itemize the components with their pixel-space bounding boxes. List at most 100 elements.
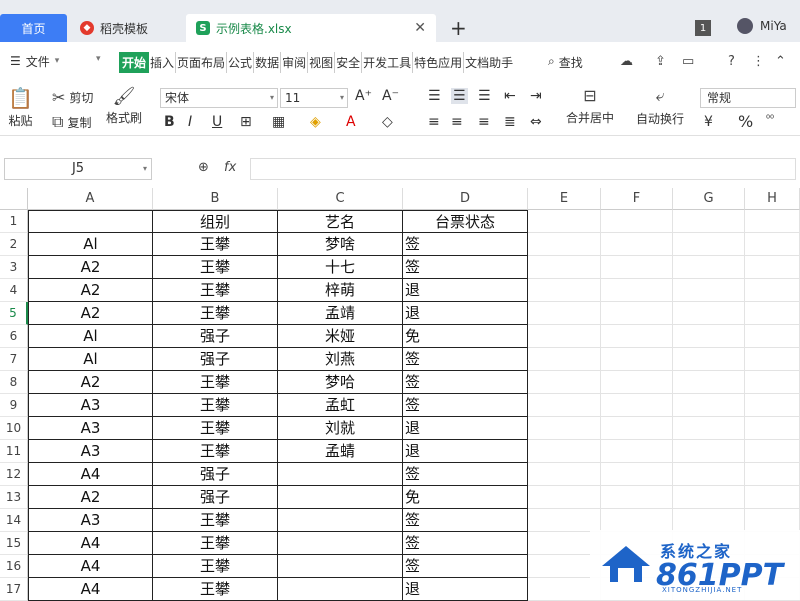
table-cell[interactable]: 退 <box>403 417 528 440</box>
distribute-icon[interactable]: ⇔ <box>530 114 542 130</box>
name-box[interactable]: J5 ▾ <box>4 158 152 180</box>
tab-active-workbook[interactable]: S 示例表格.xlsx ✕ <box>186 14 436 42</box>
table-cell[interactable]: 王攀 <box>153 302 278 325</box>
italic-icon[interactable]: I <box>188 114 192 130</box>
table-cell[interactable]: 王攀 <box>153 509 278 532</box>
increase-font-icon[interactable]: A⁺ <box>355 88 372 104</box>
font-color-icon[interactable]: A <box>346 114 356 130</box>
empty-cell[interactable] <box>601 509 673 532</box>
menu-tab-doc-assistant[interactable]: 文档助手 <box>464 52 514 73</box>
row-header-11[interactable]: 11 <box>0 440 28 463</box>
empty-cell[interactable] <box>601 256 673 279</box>
table-cell[interactable]: 签 <box>403 348 528 371</box>
row-header-13[interactable]: 13 <box>0 486 28 509</box>
row-header-2[interactable]: 2 <box>0 233 28 256</box>
table-cell[interactable]: A3 <box>28 440 153 463</box>
empty-cell[interactable] <box>745 325 800 348</box>
table-cell[interactable]: 强子 <box>153 348 278 371</box>
table-cell[interactable]: 米娅 <box>278 325 403 348</box>
bold-icon[interactable]: B <box>164 114 175 130</box>
empty-cell[interactable] <box>745 440 800 463</box>
file-menu[interactable]: ☰ 文件 ▾ <box>0 53 59 70</box>
currency-icon[interactable]: ¥ <box>704 114 713 130</box>
empty-cell[interactable] <box>528 463 601 486</box>
menu-tab-features[interactable]: 特色应用 <box>413 52 465 73</box>
username[interactable]: MiYa <box>760 19 787 33</box>
table-cell[interactable]: 王攀 <box>153 233 278 256</box>
menu-tab-formulas[interactable]: 公式 <box>227 52 255 73</box>
empty-cell[interactable] <box>673 210 745 233</box>
empty-cell[interactable] <box>528 371 601 394</box>
empty-cell[interactable] <box>528 486 601 509</box>
table-cell[interactable]: 王攀 <box>153 279 278 302</box>
empty-cell[interactable] <box>601 417 673 440</box>
more-icon[interactable]: ▭ <box>682 54 694 69</box>
empty-cell[interactable] <box>673 486 745 509</box>
menu-tab-insert[interactable]: 插入 <box>149 52 177 73</box>
table-cell[interactable]: 签 <box>403 509 528 532</box>
table-cell[interactable] <box>278 486 403 509</box>
empty-cell[interactable] <box>673 509 745 532</box>
decrease-font-icon[interactable]: A⁻ <box>382 88 399 104</box>
column-header-e[interactable]: E <box>528 188 601 210</box>
align-bottom-icon[interactable]: ☰ <box>478 88 491 104</box>
menu-tab-data[interactable]: 数据 <box>254 52 282 73</box>
table-cell[interactable]: 签 <box>403 463 528 486</box>
empty-cell[interactable] <box>601 486 673 509</box>
empty-cell[interactable] <box>673 394 745 417</box>
empty-cell[interactable] <box>528 233 601 256</box>
number-format-select[interactable]: 常规 <box>700 88 796 108</box>
clear-format-icon[interactable]: ◇ <box>382 114 393 130</box>
border-icon[interactable]: ⊞ <box>240 114 252 130</box>
table-cell[interactable]: 免 <box>403 325 528 348</box>
empty-cell[interactable] <box>601 279 673 302</box>
row-header-8[interactable]: 8 <box>0 371 28 394</box>
table-cell[interactable]: 王攀 <box>153 555 278 578</box>
table-cell[interactable]: Al <box>28 325 153 348</box>
empty-cell[interactable] <box>528 279 601 302</box>
table-cell[interactable]: 王攀 <box>153 532 278 555</box>
table-cell[interactable]: 免 <box>403 486 528 509</box>
table-cell[interactable]: A2 <box>28 486 153 509</box>
tab-home[interactable]: 首页 <box>0 14 67 42</box>
empty-cell[interactable] <box>528 440 601 463</box>
empty-cell[interactable] <box>601 371 673 394</box>
empty-cell[interactable] <box>745 486 800 509</box>
decimal-icon[interactable]: ⁰⁰ <box>766 114 774 125</box>
table-cell[interactable] <box>278 578 403 601</box>
table-cell[interactable]: A4 <box>28 578 153 601</box>
column-header-a[interactable]: A <box>28 188 153 210</box>
table-cell[interactable]: A4 <box>28 463 153 486</box>
table-cell[interactable] <box>278 509 403 532</box>
row-header-3[interactable]: 3 <box>0 256 28 279</box>
menu-tab-developer[interactable]: 开发工具 <box>362 52 414 73</box>
column-header-f[interactable]: F <box>601 188 673 210</box>
table-cell[interactable]: A3 <box>28 509 153 532</box>
table-cell[interactable]: 刘就 <box>278 417 403 440</box>
table-cell[interactable]: 王攀 <box>153 394 278 417</box>
empty-cell[interactable] <box>528 325 601 348</box>
table-cell[interactable]: 王攀 <box>153 417 278 440</box>
table-cell[interactable]: 梓萌 <box>278 279 403 302</box>
row-header-10[interactable]: 10 <box>0 417 28 440</box>
format-painter-button[interactable]: 🖌 格式刷 <box>106 86 142 126</box>
wrap-text-button[interactable]: ⤶ 自动换行 <box>636 86 684 127</box>
table-cell[interactable]: 刘燕 <box>278 348 403 371</box>
table-cell[interactable]: 王攀 <box>153 578 278 601</box>
empty-cell[interactable] <box>673 325 745 348</box>
options-icon[interactable]: ⋮ <box>752 54 765 69</box>
table-cell[interactable]: 退 <box>403 279 528 302</box>
row-header-16[interactable]: 16 <box>0 555 28 578</box>
table-cell[interactable]: 梦哈 <box>278 371 403 394</box>
row-header-9[interactable]: 9 <box>0 394 28 417</box>
align-middle-icon[interactable]: ☰ <box>451 88 468 104</box>
table-cell[interactable]: A3 <box>28 394 153 417</box>
table-cell[interactable]: 强子 <box>153 486 278 509</box>
table-cell[interactable]: A4 <box>28 555 153 578</box>
font-family-select[interactable]: 宋体 ▾ <box>160 88 278 108</box>
row-header-15[interactable]: 15 <box>0 532 28 555</box>
empty-cell[interactable] <box>528 256 601 279</box>
empty-cell[interactable] <box>745 233 800 256</box>
empty-cell[interactable] <box>673 302 745 325</box>
search-command[interactable]: ⌕ 查找 <box>548 54 583 71</box>
